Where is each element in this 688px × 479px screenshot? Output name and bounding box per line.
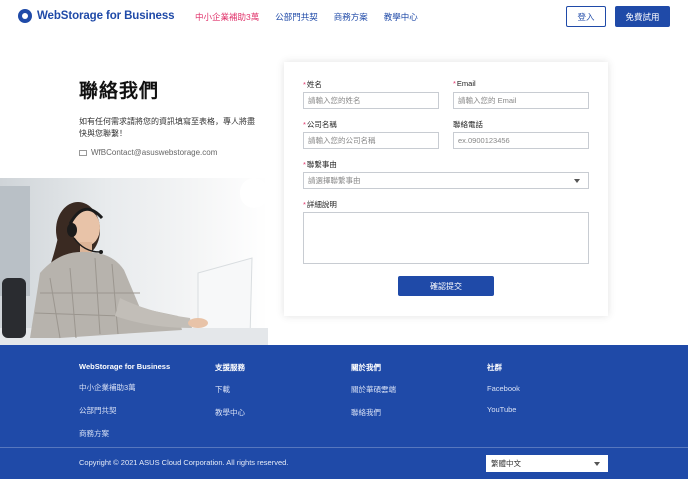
mail-icon (79, 149, 87, 156)
footer-link-download[interactable]: 下載 (215, 384, 245, 395)
page-title: 聯絡我們 (79, 81, 160, 102)
top-header: WebStorage for Business 中小企業補助3萬 公部門共契 商… (0, 0, 688, 34)
detail-label: *詳細說明 (303, 200, 337, 209)
footer-link-public-sector[interactable]: 公部門共契 (79, 405, 170, 416)
phone-input[interactable]: ex.0900123456 (453, 132, 589, 149)
footer-link-youtube[interactable]: YouTube (487, 405, 520, 414)
footer-column-product: WebStorage for Business 中小企業補助3萬 公部門共契 商… (79, 362, 170, 451)
detail-textarea[interactable] (303, 212, 589, 264)
login-button[interactable]: 登入 (566, 6, 606, 27)
contact-email[interactable]: WfBContact@asuswebstorage.com (79, 148, 217, 157)
logo-text: WebStorage for Business (37, 10, 175, 22)
footer-heading: WebStorage for Business (79, 362, 171, 371)
footer-link-about-asus-cloud[interactable]: 關於華碩雲端 (351, 384, 396, 395)
footer-link-tutorial[interactable]: 教學中心 (215, 407, 245, 418)
email-input[interactable]: 請輸入您的 Email (453, 92, 589, 109)
reason-select[interactable]: 請選擇聯繫事由 (303, 172, 589, 189)
nav-public-sector[interactable]: 公部門共契 (275, 11, 318, 23)
footer-column-support: 支援服務 下載 教學中心 (215, 362, 245, 430)
footer-column-social: 社群 Facebook YouTube (487, 362, 520, 426)
footer-link-facebook[interactable]: Facebook (487, 384, 520, 393)
main-nav: 中小企業補助3萬 公部門共契 商務方案 教學中心 (195, 11, 434, 23)
chevron-down-icon (574, 179, 580, 183)
webstorage-logo-icon (18, 9, 32, 23)
footer-heading: 支援服務 (215, 363, 245, 372)
footer: WebStorage for Business 中小企業補助3萬 公部門共契 商… (0, 345, 688, 479)
nav-business-plans[interactable]: 商務方案 (334, 11, 368, 23)
footer-link-sme-subsidy[interactable]: 中小企業補助3萬 (79, 382, 170, 393)
footer-link-business-plans[interactable]: 商務方案 (79, 428, 170, 439)
company-input[interactable]: 請輸入您的公司名稱 (303, 132, 439, 149)
logo[interactable]: WebStorage for Business (18, 9, 175, 23)
contact-form-card: *姓名 請輸入您的姓名 *Email 請輸入您的 Email *公司名稱 請輸入… (284, 62, 608, 316)
language-select[interactable]: 繁體中文 (486, 455, 608, 472)
free-trial-button[interactable]: 免費試用 (615, 6, 670, 27)
reason-select-value: 請選擇聯繫事由 (308, 176, 361, 185)
company-label: *公司名稱 (303, 120, 337, 129)
chevron-down-icon (594, 462, 600, 466)
nav-tutorial-center[interactable]: 教學中心 (384, 11, 418, 23)
footer-divider (0, 447, 688, 448)
footer-heading: 關於我們 (351, 363, 381, 372)
phone-label: 聯絡電話 (453, 120, 483, 129)
page-description: 如有任何需求請將您的資訊填寫至表格，專人將盡快與您聯繫！ (79, 117, 255, 138)
customer-service-photo (0, 178, 268, 345)
reason-label: *聯繫事由 (303, 160, 337, 169)
copyright-text: Copyright © 2021 ASUS Cloud Corporation.… (79, 458, 289, 467)
footer-link-contact[interactable]: 聯絡我們 (351, 407, 396, 418)
submit-button[interactable]: 確認提交 (398, 276, 494, 296)
footer-heading: 社群 (487, 363, 502, 372)
contact-email-text: WfBContact@asuswebstorage.com (91, 148, 218, 157)
nav-sme-subsidy[interactable]: 中小企業補助3萬 (195, 11, 259, 23)
name-input[interactable]: 請輸入您的姓名 (303, 92, 439, 109)
footer-column-about: 關於我們 關於華碩雲端 聯絡我們 (351, 362, 396, 430)
name-label: *姓名 (303, 80, 322, 89)
email-label: *Email (453, 79, 476, 88)
language-select-value: 繁體中文 (491, 459, 521, 468)
